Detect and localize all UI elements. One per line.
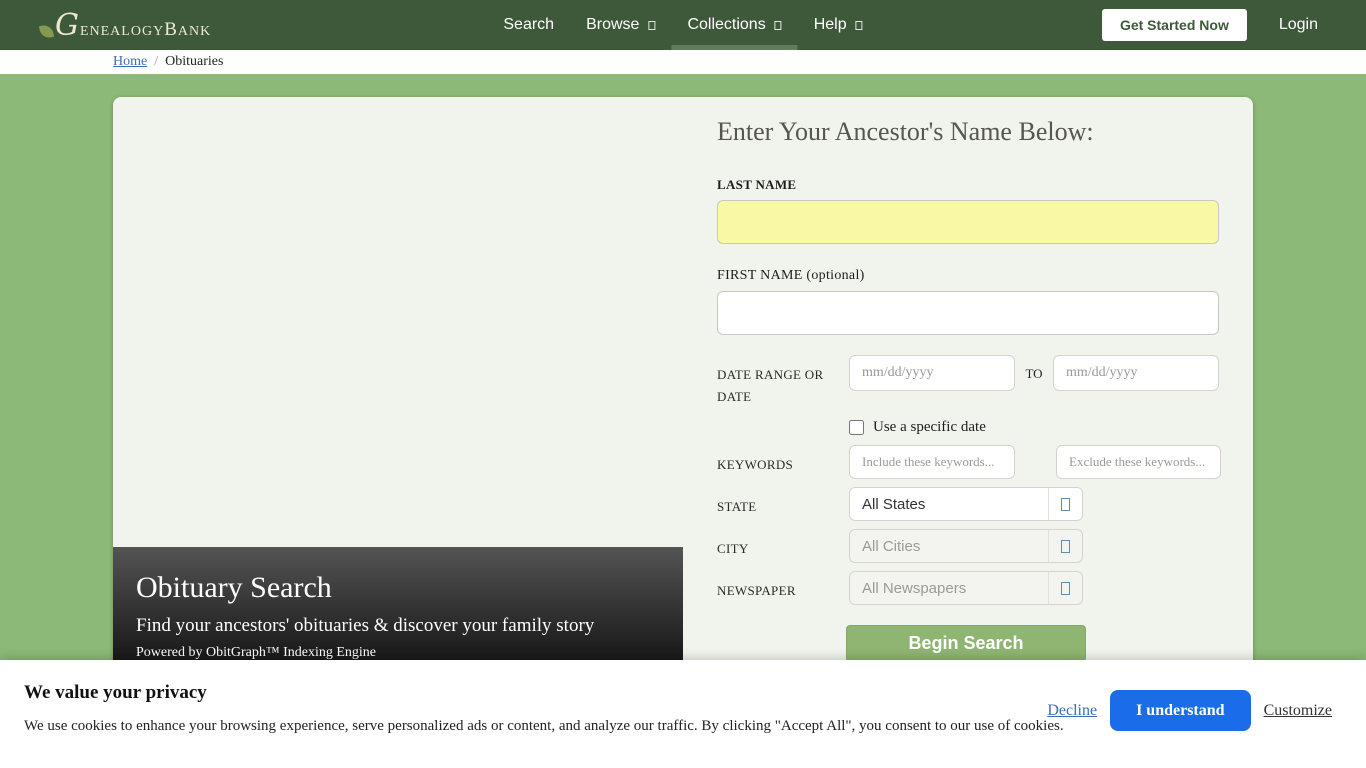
chevron-down-icon bbox=[648, 21, 655, 30]
city-select-value: All Cities bbox=[850, 538, 1048, 555]
city-row: CITY All Cities bbox=[717, 529, 1219, 563]
cookie-banner-actions: Decline I understand Customize bbox=[1047, 690, 1332, 731]
date-to-input[interactable] bbox=[1053, 355, 1219, 391]
hero-powered-by: Powered by ObitGraph™ Indexing Engine bbox=[136, 645, 683, 661]
specific-date-checkbox[interactable] bbox=[849, 420, 864, 435]
date-from-input[interactable] bbox=[849, 355, 1015, 391]
keywords-row: KEYWORDS bbox=[717, 445, 1219, 479]
logo-text: GENEALOGYBANK bbox=[55, 8, 211, 43]
specific-date-row: Use a specific date bbox=[849, 416, 1219, 438]
breadcrumb: Home / Obituaries bbox=[0, 50, 1366, 74]
nav-item-search[interactable]: Search bbox=[487, 0, 570, 50]
breadcrumb-separator: / bbox=[154, 54, 158, 70]
nav-item-browse[interactable]: Browse bbox=[570, 0, 671, 50]
navbar-right: Get Started Now Login bbox=[1102, 0, 1366, 50]
dropdown-caret-icon[interactable] bbox=[1049, 540, 1082, 553]
city-select[interactable]: All Cities bbox=[849, 529, 1083, 563]
newspaper-label: NEWSPAPER bbox=[717, 571, 849, 602]
search-form: Enter Your Ancestor's Name Below: LAST N… bbox=[683, 97, 1253, 742]
login-link[interactable]: Login bbox=[1279, 16, 1318, 34]
cookie-consent-banner: We value your privacy We use cookies to … bbox=[0, 660, 1366, 768]
exclude-keywords-input[interactable] bbox=[1056, 445, 1221, 479]
dropdown-caret-icon[interactable] bbox=[1049, 582, 1082, 595]
main-nav-menu: Search Browse Collections Help bbox=[487, 0, 878, 50]
dropdown-caret-icon[interactable] bbox=[1049, 498, 1082, 511]
nav-item-collections[interactable]: Collections bbox=[671, 0, 797, 50]
state-label: STATE bbox=[717, 487, 849, 518]
decline-link[interactable]: Decline bbox=[1047, 702, 1097, 720]
keywords-label: KEYWORDS bbox=[717, 445, 849, 476]
top-navbar: GENEALOGYBANK Search Browse Collections … bbox=[0, 0, 1366, 50]
to-label: TO bbox=[1015, 355, 1053, 382]
chevron-down-icon bbox=[775, 21, 782, 30]
newspaper-row: NEWSPAPER All Newspapers bbox=[717, 571, 1219, 605]
breadcrumb-home-link[interactable]: Home bbox=[113, 54, 147, 70]
hero-panel: Obituary Search Find your ancestors' obi… bbox=[113, 97, 683, 742]
state-select-value: All States bbox=[850, 496, 1048, 513]
chevron-down-icon bbox=[856, 21, 863, 30]
nav-item-help[interactable]: Help bbox=[798, 0, 879, 50]
state-select[interactable]: All States bbox=[849, 487, 1083, 521]
state-row: STATE All States bbox=[717, 487, 1219, 521]
date-range-label: DATE RANGE OR DATE bbox=[717, 355, 849, 408]
i-understand-button[interactable]: I understand bbox=[1110, 690, 1250, 731]
hero-subtitle: Find your ancestors' obituaries & discov… bbox=[136, 615, 683, 637]
last-name-input[interactable] bbox=[717, 200, 1219, 244]
include-keywords-input[interactable] bbox=[849, 445, 1015, 479]
leaf-icon bbox=[39, 23, 54, 38]
get-started-button[interactable]: Get Started Now bbox=[1102, 9, 1247, 41]
first-name-label: FIRST NAME (optional) bbox=[717, 268, 1219, 284]
newspaper-select-value: All Newspapers bbox=[850, 580, 1048, 597]
city-label: CITY bbox=[717, 529, 849, 560]
form-title: Enter Your Ancestor's Name Below: bbox=[717, 117, 1219, 147]
breadcrumb-current: Obituaries bbox=[165, 54, 223, 70]
hero-title: Obituary Search bbox=[136, 571, 683, 605]
genealogybank-logo[interactable]: GENEALOGYBANK bbox=[40, 8, 211, 43]
obituary-search-card: Obituary Search Find your ancestors' obi… bbox=[113, 97, 1253, 742]
first-name-input[interactable] bbox=[717, 291, 1219, 335]
customize-link[interactable]: Customize bbox=[1264, 702, 1332, 720]
newspaper-select[interactable]: All Newspapers bbox=[849, 571, 1083, 605]
last-name-label: LAST NAME bbox=[717, 177, 1219, 193]
begin-search-button[interactable]: Begin Search bbox=[846, 625, 1086, 662]
date-range-row: DATE RANGE OR DATE TO bbox=[717, 355, 1219, 408]
specific-date-label: Use a specific date bbox=[873, 419, 986, 436]
